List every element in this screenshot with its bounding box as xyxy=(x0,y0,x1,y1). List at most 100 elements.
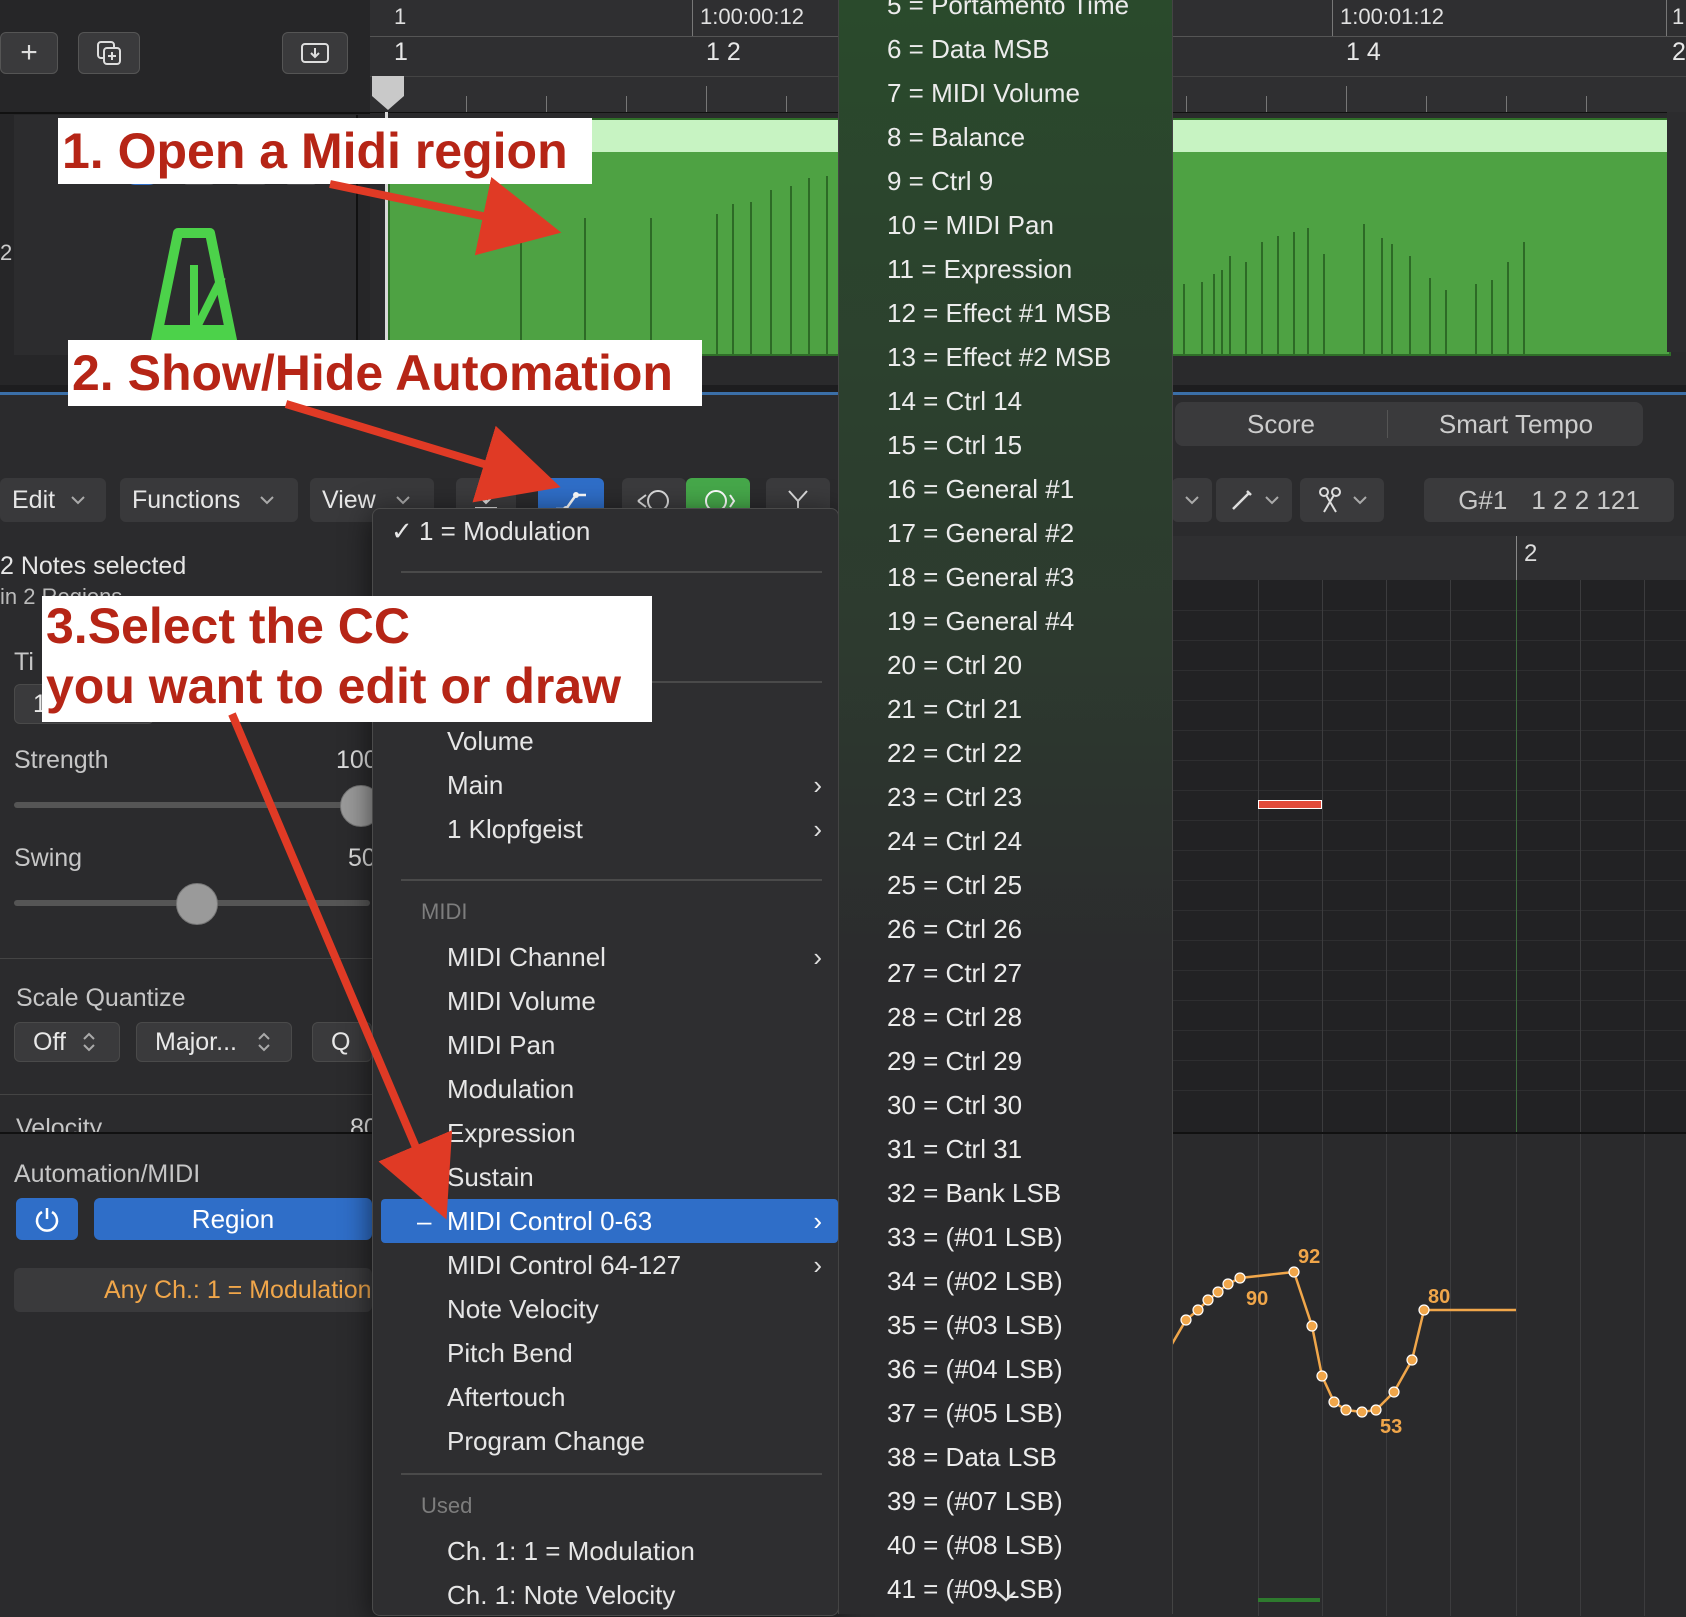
cc-menu-item[interactable]: 22 = Ctrl 22 xyxy=(887,738,1022,769)
cc-menu-item[interactable]: 8 = Balance xyxy=(887,122,1025,153)
cc-menu-item[interactable]: 21 = Ctrl 21 xyxy=(887,694,1022,725)
cc-menu-item[interactable]: 10 = MIDI Pan xyxy=(887,210,1054,241)
pencil-tool-button[interactable] xyxy=(1216,478,1292,522)
cc-menu-item[interactable]: 15 = Ctrl 15 xyxy=(887,430,1022,461)
menu-item-midi-pan[interactable]: MIDI Pan xyxy=(373,1023,838,1067)
chevron-right-icon: › xyxy=(813,769,822,800)
automation-lane[interactable]: 90 92 53 80 xyxy=(1172,1132,1686,1616)
automation-point xyxy=(1180,1314,1192,1326)
scale-quantize-off-select[interactable]: Off xyxy=(14,1022,120,1062)
cc-menu-item[interactable]: 37 = (#05 LSB) xyxy=(887,1398,1063,1429)
updown-chevron-icon xyxy=(83,1032,95,1052)
cc-menu-item[interactable]: 11 = Expression xyxy=(887,254,1072,285)
menu-item-label: Aftertouch xyxy=(447,1381,566,1412)
menu-item-program-change[interactable]: Program Change xyxy=(373,1419,838,1463)
automation-point xyxy=(1202,1294,1214,1306)
cc-menu-item[interactable]: 12 = Effect #1 MSB xyxy=(887,298,1111,329)
cc-menu-item[interactable]: 26 = Ctrl 26 xyxy=(887,914,1022,945)
cc-menu-item[interactable]: 24 = Ctrl 24 xyxy=(887,826,1022,857)
automation-curve[interactable] xyxy=(1172,1134,1686,1616)
cc-menu-item[interactable]: 36 = (#04 LSB) xyxy=(887,1354,1063,1385)
cc-menu-item[interactable]: 5 = Portamento Time xyxy=(887,0,1129,21)
cc-menu-item[interactable]: 34 = (#02 LSB) xyxy=(887,1266,1063,1297)
scale-type-select[interactable]: Major... xyxy=(136,1022,292,1062)
menu-item-midi-channel[interactable]: MIDI Channel › xyxy=(373,935,838,979)
cc-menu-item[interactable]: 33 = (#01 LSB) xyxy=(887,1222,1063,1253)
cc-menu-item[interactable]: 29 = Ctrl 29 xyxy=(887,1046,1022,1077)
cc-menu-item[interactable]: 25 = Ctrl 25 xyxy=(887,870,1022,901)
strength-slider[interactable] xyxy=(14,802,370,808)
piano-roll-grid[interactable] xyxy=(1172,580,1686,1132)
region-automation-button[interactable]: Region xyxy=(94,1198,372,1240)
menu-item-label: Sustain xyxy=(447,1161,534,1192)
cc-menu-item[interactable]: 39 = (#07 LSB) xyxy=(887,1486,1063,1517)
cc-menu-item[interactable]: 23 = Ctrl 23 xyxy=(887,782,1022,813)
edit-menu[interactable]: Edit xyxy=(0,478,106,522)
menu-item-modulation-checked[interactable]: ✓ 1 = Modulation xyxy=(373,509,838,553)
cc-menu-item[interactable]: 38 = Data LSB xyxy=(887,1442,1057,1473)
add-track-button[interactable]: + xyxy=(0,32,58,74)
menu-item-used-modulation[interactable]: Ch. 1: 1 = Modulation xyxy=(373,1529,838,1573)
cc-menu-item[interactable]: 9 = Ctrl 9 xyxy=(887,166,993,197)
menu-item-pitch-bend[interactable]: Pitch Bend xyxy=(373,1331,838,1375)
cc-menu-item[interactable]: 27 = Ctrl 27 xyxy=(887,958,1022,989)
menu-item-used-note-velocity[interactable]: Ch. 1: Note Velocity xyxy=(373,1573,838,1617)
cc-menu-item[interactable]: 30 = Ctrl 30 xyxy=(887,1090,1022,1121)
cc-menu-item[interactable]: 40 = (#08 LSB) xyxy=(887,1530,1063,1561)
cc-menu-item[interactable]: 20 = Ctrl 20 xyxy=(887,650,1022,681)
velocity-bar xyxy=(1258,1598,1320,1602)
menu-item-volume[interactable]: Volume xyxy=(373,719,838,763)
menu-item-main[interactable]: Main › xyxy=(373,763,838,807)
cc-menu-item[interactable]: 6 = Data MSB xyxy=(887,34,1050,65)
submenu-scroll-down[interactable] xyxy=(839,1578,1172,1614)
cc-menu-item[interactable]: 35 = (#03 LSB) xyxy=(887,1310,1063,1341)
menu-item-expression[interactable]: Expression xyxy=(373,1111,838,1155)
menu-item-sustain[interactable]: Sustain xyxy=(373,1155,838,1199)
menu-header-midi: MIDI xyxy=(421,899,468,924)
automation-point xyxy=(1306,1320,1318,1332)
editor-ruler[interactable]: 2 xyxy=(1172,536,1686,581)
automation-parameter-select[interactable]: Any Ch.: 1 = Modulation xyxy=(14,1268,372,1312)
midi-region-2[interactable] xyxy=(1171,118,1671,356)
duplicate-track-button[interactable] xyxy=(78,32,140,74)
download-button[interactable] xyxy=(282,32,348,74)
menu-item-modulation[interactable]: Modulation xyxy=(373,1067,838,1111)
scissors-tool-button[interactable] xyxy=(1300,478,1384,522)
scale-quantize-q-button[interactable]: Q xyxy=(312,1022,372,1062)
menu-item-midi-control-0-63[interactable]: – MIDI Control 0-63 › xyxy=(381,1199,838,1243)
tool-dropdown[interactable] xyxy=(1172,478,1212,522)
chevron-down-icon xyxy=(995,1591,1016,1602)
playhead-marker[interactable] xyxy=(370,76,406,112)
midi-note[interactable] xyxy=(1258,800,1322,809)
functions-menu[interactable]: Functions xyxy=(120,478,298,522)
cc-menu-item[interactable]: 18 = General #3 xyxy=(887,562,1074,593)
chevron-down-icon xyxy=(260,496,275,505)
menu-item-aftertouch[interactable]: Aftertouch xyxy=(373,1375,838,1419)
cc-menu-item[interactable]: 28 = Ctrl 28 xyxy=(887,1002,1022,1033)
menu-item-midi-volume[interactable]: MIDI Volume xyxy=(373,979,838,1023)
cc-menu-item[interactable]: 16 = General #1 xyxy=(887,474,1074,505)
menu-item-label: Program Change xyxy=(447,1425,645,1456)
scale-q-label: Q xyxy=(331,1027,351,1056)
cc-menu-item[interactable]: 13 = Effect #2 MSB xyxy=(887,342,1111,373)
dash-icon: – xyxy=(417,1205,432,1236)
menu-item-midi-control-64-127[interactable]: MIDI Control 64-127 › xyxy=(373,1243,838,1287)
menu-item-label: Pitch Bend xyxy=(447,1337,573,1368)
automation-power-button[interactable] xyxy=(16,1198,78,1240)
cc-menu-item[interactable]: 17 = General #2 xyxy=(887,518,1074,549)
cc-menu-item[interactable]: 7 = MIDI Volume xyxy=(887,78,1080,109)
automation-point xyxy=(1222,1278,1234,1290)
view-menu-label: View xyxy=(322,485,376,514)
cc-menu-item[interactable]: 32 = Bank LSB xyxy=(887,1178,1061,1209)
tab-score[interactable]: Score xyxy=(1175,402,1387,446)
menu-item-note-velocity[interactable]: Note Velocity xyxy=(373,1287,838,1331)
automation-point xyxy=(1316,1370,1328,1382)
automation-point xyxy=(1406,1354,1418,1366)
swing-slider-knob[interactable] xyxy=(176,883,218,925)
ruler-time-a: 1:00:00:12 xyxy=(700,4,804,29)
cc-menu-item[interactable]: 14 = Ctrl 14 xyxy=(887,386,1022,417)
menu-item-klopfgeist[interactable]: 1 Klopfgeist › xyxy=(373,807,838,851)
tab-smart-tempo[interactable]: Smart Tempo xyxy=(1389,402,1643,446)
cc-menu-item[interactable]: 31 = Ctrl 31 xyxy=(887,1134,1022,1165)
cc-menu-item[interactable]: 19 = General #4 xyxy=(887,606,1074,637)
